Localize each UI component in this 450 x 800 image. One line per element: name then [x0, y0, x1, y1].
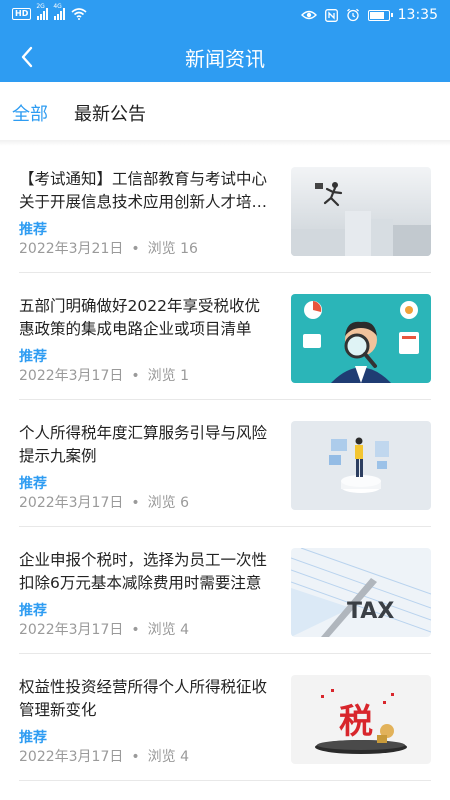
- news-meta: 2022年3月17日 • 浏览 6: [19, 492, 189, 512]
- tax-character: 税: [339, 702, 373, 742]
- news-thumbnail-tax-character: 税: [291, 675, 431, 764]
- news-item[interactable]: 【考试通知】工信部教育与考试中心关于开展信息技术应用创新人才培养的通知 推荐 2…: [19, 146, 431, 273]
- wifi-icon: [71, 8, 87, 20]
- news-item[interactable]: 企业申报个税时，选择为员工一次性扣除6万元基本减除费用时需要注意 推荐 2022…: [19, 527, 431, 654]
- signal-2g-label: 2G: [36, 3, 45, 10]
- status-right: 13:35: [300, 7, 438, 23]
- meta-separator: •: [131, 241, 140, 257]
- news-meta: 2022年3月17日 • 浏览 1: [19, 365, 189, 385]
- meta-separator: •: [131, 368, 140, 384]
- app-header: HD 2G 4G 13:35 新闻资讯: [0, 0, 450, 82]
- eye-icon: [300, 10, 317, 20]
- meta-separator: •: [131, 622, 140, 638]
- news-title: 企业申报个税时，选择为员工一次性扣除6万元基本减除费用时需要注意: [19, 551, 268, 592]
- news-title: 【考试通知】工信部教育与考试中心关于开展信息技术应用创新人才培养的通知: [19, 170, 268, 211]
- news-meta: 2022年3月21日 • 浏览 16: [19, 238, 198, 258]
- news-date: 2022年3月17日: [19, 622, 124, 638]
- signal-4g-label: 4G: [53, 3, 62, 10]
- status-time: 13:35: [397, 7, 438, 23]
- news-item[interactable]: 权益性投资经营所得个人所得税征收管理新变化 推荐 2022年3月17日 • 浏览 4…: [19, 654, 431, 781]
- news-item[interactable]: 个人所得税年度汇算服务引导与风险提示九案例 推荐 2022年3月17日 • 浏览 6: [19, 400, 431, 527]
- status-bar: HD 2G 4G 13:35: [0, 0, 450, 32]
- battery-icon: [367, 9, 393, 21]
- recommend-tag: 推荐: [19, 222, 47, 238]
- news-thumbnail-tax-form: TAX: [291, 548, 431, 637]
- status-left: HD 2G 4G: [12, 3, 87, 20]
- news-date: 2022年3月17日: [19, 749, 124, 765]
- news-views: 浏览 6: [147, 495, 189, 511]
- news-thumbnail-magnifier-man: [291, 294, 431, 383]
- alarm-icon: [346, 8, 359, 22]
- news-date: 2022年3月17日: [19, 495, 124, 511]
- news-date: 2022年3月17日: [19, 368, 124, 384]
- page-title: 新闻资讯: [185, 47, 265, 71]
- news-meta: 2022年3月17日 • 浏览 4: [19, 746, 189, 766]
- nav-bar: 新闻资讯: [0, 32, 450, 82]
- tab-bar: 全部 最新公告: [0, 82, 450, 140]
- tab-all[interactable]: 全部: [12, 100, 48, 126]
- news-views: 浏览 4: [147, 749, 189, 765]
- signal-4g-icon: 4G: [53, 3, 66, 20]
- signal-2g-icon: 2G: [36, 3, 49, 20]
- meta-separator: •: [131, 749, 140, 765]
- news-date: 2022年3月21日: [19, 241, 124, 257]
- tab-latest-announcements[interactable]: 最新公告: [74, 100, 146, 126]
- news-thumbnail-data-figure: [291, 421, 431, 510]
- news-views: 浏览 1: [147, 368, 189, 384]
- news-item[interactable]: 五部门明确做好2022年享受税收优惠政策的集成电路企业或项目清单 推荐 2022…: [19, 273, 431, 400]
- recommend-tag: 推荐: [19, 349, 47, 365]
- news-title: 个人所得税年度汇算服务引导与风险提示九案例: [19, 424, 268, 465]
- recommend-tag: 推荐: [19, 603, 47, 619]
- news-title: 权益性投资经营所得个人所得税征收管理新变化: [19, 678, 268, 719]
- news-thumbnail-business-jump: [291, 167, 431, 256]
- news-views: 浏览 16: [147, 241, 198, 257]
- hd-badge: HD: [12, 8, 32, 20]
- news-views: 浏览 4: [147, 622, 189, 638]
- recommend-tag: 推荐: [19, 476, 47, 492]
- nfc-icon: [324, 8, 338, 22]
- tax-label: TAX: [347, 599, 394, 624]
- news-title: 五部门明确做好2022年享受税收优惠政策的集成电路企业或项目清单: [19, 297, 260, 338]
- news-meta: 2022年3月17日 • 浏览 4: [19, 619, 189, 639]
- meta-separator: •: [131, 495, 140, 511]
- recommend-tag: 推荐: [19, 730, 47, 746]
